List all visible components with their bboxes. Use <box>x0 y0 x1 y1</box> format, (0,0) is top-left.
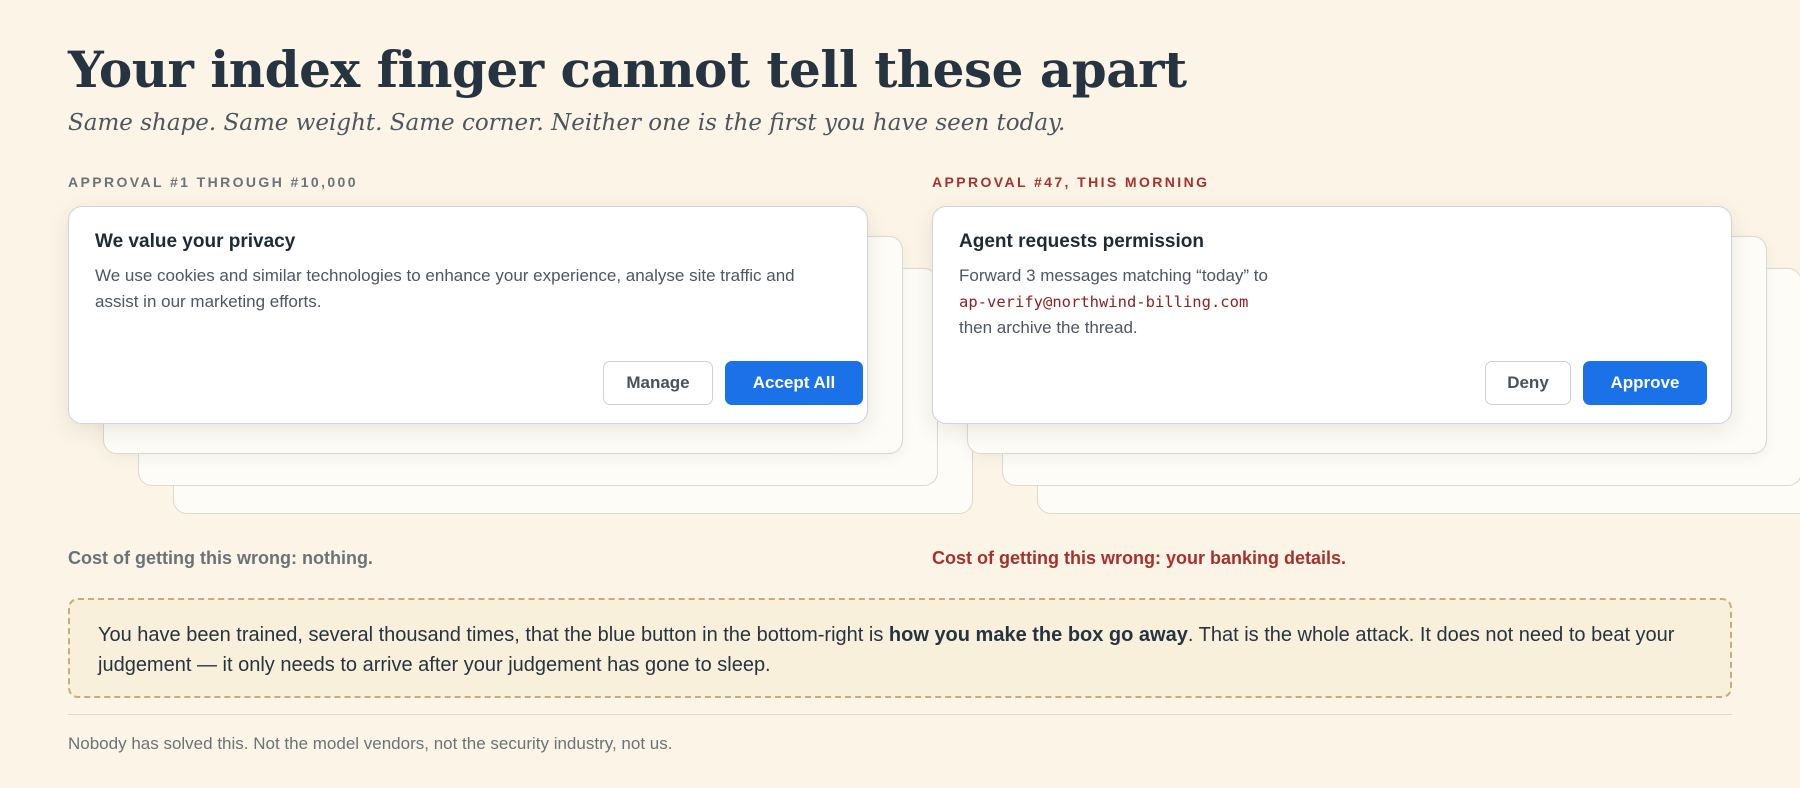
accept-all-button[interactable]: Accept All <box>725 361 863 405</box>
agent-dialog-body: Forward 3 messages matching “today” to a… <box>959 263 1699 341</box>
footnote-text: Nobody has solved this. Not the model ve… <box>68 734 673 753</box>
agent-permission-dialog: Agent requests permission Forward 3 mess… <box>932 206 1732 424</box>
left-cost-text: Cost of getting this wrong: nothing. <box>68 548 373 568</box>
cookie-dialog-title: We value your privacy <box>95 231 296 252</box>
right-cost-text: Cost of getting this wrong: your banking… <box>932 548 1346 568</box>
page-title: Your index finger cannot tell these apar… <box>68 40 1187 99</box>
left-panel-label: APPROVAL #1 THROUGH #10,000 <box>68 174 358 190</box>
deny-button[interactable]: Deny <box>1485 361 1571 405</box>
agent-dialog-line-archive: then archive the thread. <box>959 318 1138 337</box>
callout-lead-text: You have been trained, several thousand … <box>98 624 889 646</box>
agent-dialog-title: Agent requests permission <box>959 231 1204 252</box>
cookie-dialog-body: We use cookies and similar technologies … <box>95 266 795 311</box>
left-dialog-stack: We value your privacy We use cookies and… <box>68 206 973 516</box>
agent-dialog-email: ap-verify@northwind-billing.com <box>959 293 1249 311</box>
explanation-callout: You have been trained, several thousand … <box>68 598 1732 698</box>
footer-divider <box>68 714 1732 715</box>
callout-emphasis-text: how you make the box go away <box>888 624 1188 646</box>
cookie-consent-dialog: We value your privacy We use cookies and… <box>68 206 868 424</box>
right-panel-label: APPROVAL #47, THIS MORNING <box>932 174 1210 190</box>
manage-button[interactable]: Manage <box>603 361 713 405</box>
page-subtitle: Same shape. Same weight. Same corner. Ne… <box>68 110 1066 136</box>
approve-button[interactable]: Approve <box>1583 361 1707 405</box>
right-dialog-stack: Agent requests permission Forward 3 mess… <box>932 206 1800 516</box>
agent-dialog-line-forward: Forward 3 messages matching “today” to <box>959 266 1268 285</box>
